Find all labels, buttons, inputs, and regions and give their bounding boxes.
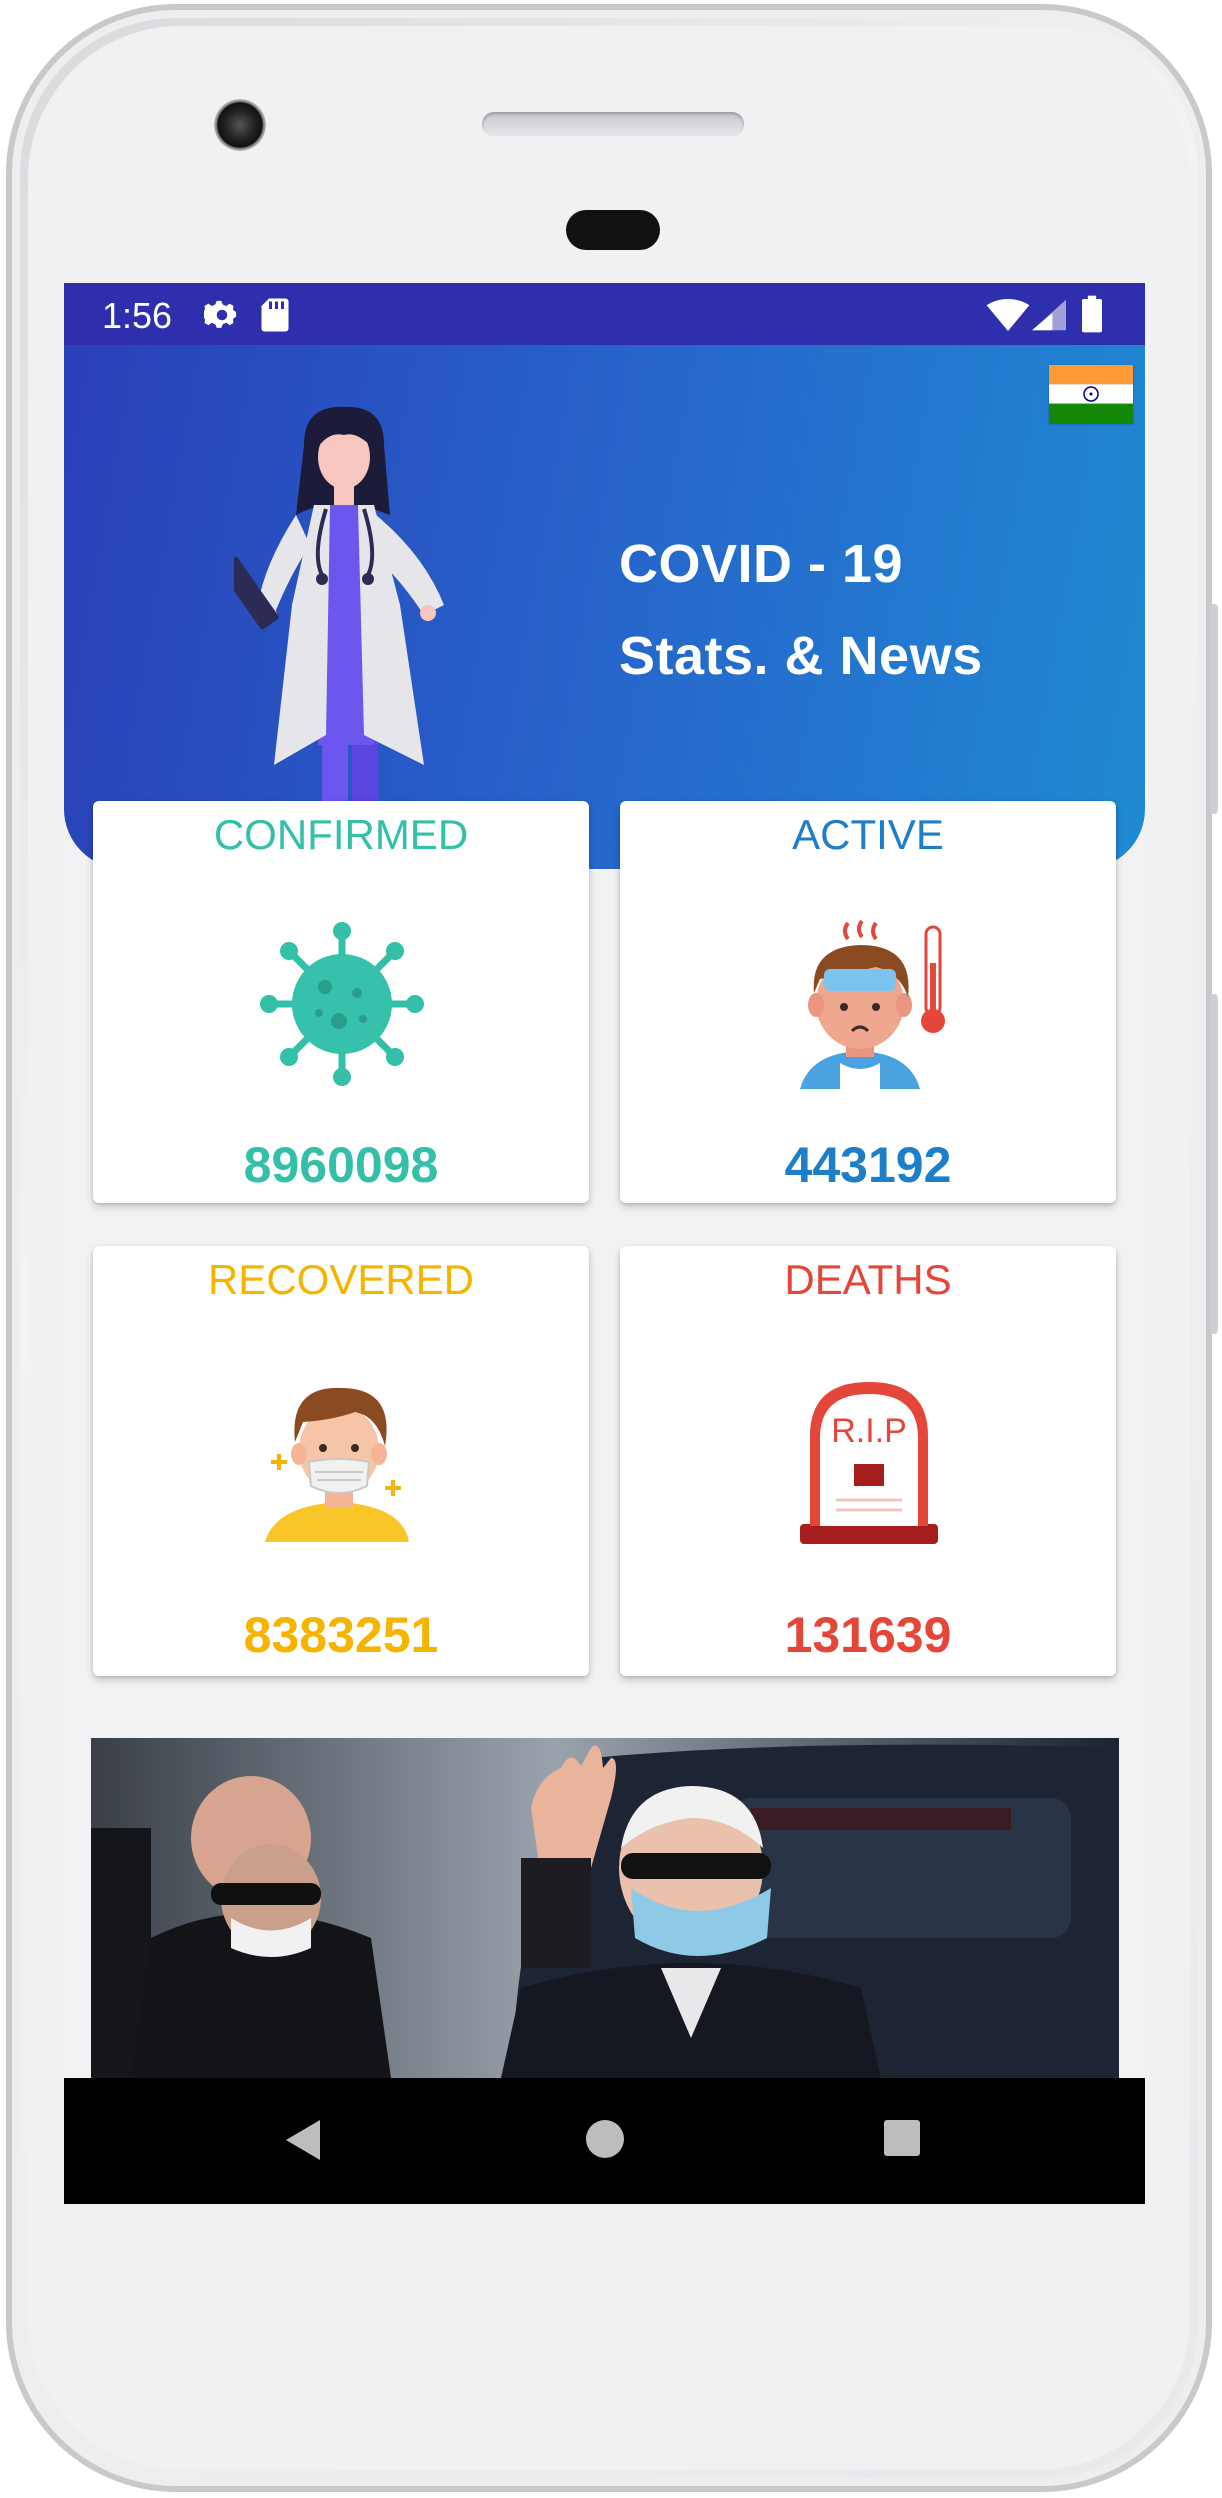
news-photo[interactable]	[91, 1738, 1119, 2078]
active-label: ACTIVE	[792, 811, 944, 858]
deaths-label: DEATHS	[784, 1256, 952, 1303]
app-title: COVID - 19	[619, 534, 904, 594]
app-screen: 1:56 COVID - 19 Stats. & News CONFIRMED …	[64, 283, 1145, 2204]
navigation-bar	[64, 2078, 1145, 2204]
status-bar: 1:56	[64, 283, 1145, 345]
app-header: COVID - 19 Stats. & News	[64, 345, 1145, 869]
doctor-illustration	[234, 406, 444, 825]
volume-button	[1210, 994, 1218, 1334]
sick-person-icon	[800, 919, 945, 1089]
gear-icon	[204, 300, 237, 328]
power-button	[1210, 604, 1218, 814]
india-flag-icon[interactable]	[1049, 365, 1133, 423]
recovered-card[interactable]: RECOVERED 8383251	[93, 1246, 589, 1676]
app-subtitle: Stats. & News	[619, 626, 983, 686]
front-camera	[214, 99, 266, 151]
recovered-label: RECOVERED	[207, 1256, 475, 1303]
battery-icon	[1082, 295, 1102, 333]
sd-card-icon	[261, 298, 289, 332]
earpiece	[566, 210, 660, 250]
virus-icon	[260, 922, 424, 1086]
home-icon[interactable]	[584, 2118, 626, 2160]
status-time: 1:56	[102, 295, 173, 336]
signal-icon	[1032, 299, 1066, 331]
confirmed-card[interactable]: CONFIRMED 8960098	[93, 801, 589, 1203]
masked-person-icon	[265, 1387, 409, 1542]
confirmed-value: 8960098	[243, 1137, 439, 1193]
speaker-grill	[482, 112, 744, 136]
recents-icon[interactable]	[882, 2118, 922, 2158]
recovered-value: 8383251	[243, 1607, 439, 1663]
wifi-icon	[986, 299, 1030, 331]
deaths-value: 131639	[784, 1607, 952, 1663]
back-icon[interactable]	[282, 2118, 322, 2162]
deaths-card[interactable]: DEATHS R.I.P 131639	[620, 1246, 1116, 1676]
news-photo-illustration	[91, 1738, 1119, 2078]
tombstone-icon: R.I.P	[800, 1382, 938, 1544]
active-card[interactable]: ACTIVE 443192	[620, 801, 1116, 1203]
active-value: 443192	[784, 1137, 952, 1193]
rip-text: R.I.P	[831, 1412, 907, 1450]
confirmed-label: CONFIRMED	[213, 811, 469, 858]
